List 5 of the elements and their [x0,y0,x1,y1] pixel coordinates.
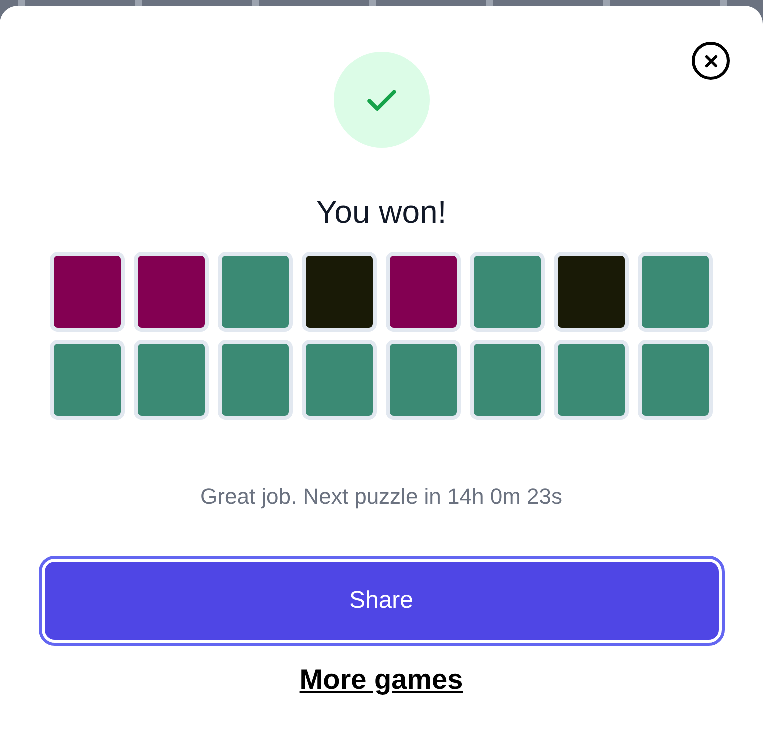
next-puzzle-message: Great job. Next puzzle in 14h 0m 23s [200,483,562,511]
dialog-title: You won! [316,193,447,232]
share-button[interactable]: Share [44,562,718,640]
more-games-link[interactable]: More games [300,663,464,697]
close-icon[interactable] [692,42,730,80]
